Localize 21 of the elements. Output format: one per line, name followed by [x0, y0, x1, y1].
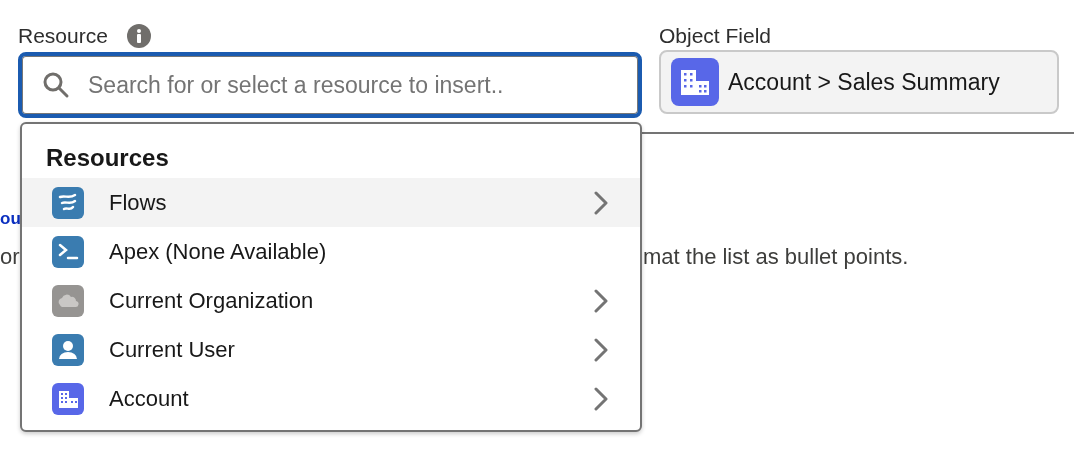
body-text: or [0, 243, 20, 271]
building-icon [52, 382, 84, 415]
search-field[interactable]: Search for or select a resource to insert.. [18, 52, 642, 118]
cloud-icon [52, 284, 84, 317]
menu-heading: Resources [45, 143, 170, 173]
body-text: mat the list as bullet points. [643, 243, 909, 271]
terminal-icon [52, 235, 84, 268]
menu-item[interactable]: Current User [22, 325, 640, 374]
menu-item[interactable]: Flows [22, 178, 640, 227]
info-icon[interactable] [125, 22, 152, 49]
person-icon [52, 333, 84, 366]
menu-item[interactable]: Apex (None Available) [22, 227, 640, 276]
menu-item[interactable]: Account [22, 374, 640, 423]
waves-icon [52, 186, 84, 219]
menu-item[interactable]: Current Organization [22, 276, 640, 325]
field-label: Resource [18, 23, 108, 49]
link[interactable]: ou [0, 206, 21, 232]
field-label: Object Field [659, 23, 772, 49]
search-icon [42, 71, 70, 99]
building-icon [671, 58, 719, 106]
field-value: Account > Sales Summary [728, 67, 1000, 97]
